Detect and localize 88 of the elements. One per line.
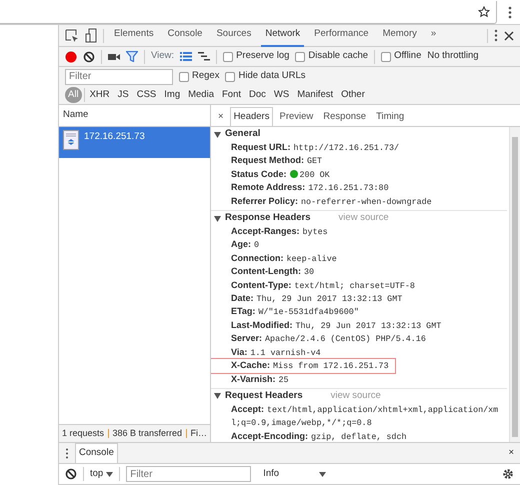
checkbox-label[interactable]: Preserve log (236, 49, 290, 64)
inspect-icon[interactable] (65, 28, 79, 42)
type-filter[interactable]: Media (185, 86, 217, 104)
settings-icon[interactable] (502, 468, 514, 480)
close-button[interactable]: × (508, 446, 514, 460)
clear-icon[interactable] (83, 50, 95, 62)
menu-icon[interactable] (494, 29, 498, 42)
more-tabs-button[interactable]: » (426, 24, 440, 47)
header-line: X-Cache: Miss from 172.16.251.73 (231, 360, 389, 370)
checkbox-label[interactable]: Hide data URLs (238, 69, 306, 84)
throttling-select[interactable]: No throttling (427, 49, 479, 64)
tab[interactable]: Preview (275, 106, 318, 126)
type-filter[interactable]: XHR (86, 86, 113, 104)
triangle-icon[interactable] (214, 393, 221, 400)
header-line: Server: Apache/2.4.6 (CentOS) PHP/5.4.16 (231, 333, 426, 344)
context-select[interactable]: top (90, 466, 114, 482)
checkbox[interactable] (225, 72, 236, 82)
header-line: Referrer Policy: no-referrer-when-downgrade (231, 196, 432, 206)
status-text: 1 requests (62, 426, 104, 440)
tab[interactable]: Performance (310, 24, 373, 47)
menu-icon[interactable] (65, 448, 69, 458)
tab[interactable]: Timing (372, 106, 408, 126)
camera-icon[interactable] (108, 52, 120, 60)
header-line: Via: 1.1 varnish-v4 (231, 346, 321, 357)
waterfall-view-icon[interactable] (198, 52, 210, 61)
header-line: Accept-Encoding: gzip, deflate, sdch (231, 430, 407, 441)
type-filter[interactable]: Img (161, 86, 184, 104)
type-filter[interactable]: CSS (134, 86, 160, 104)
scrollbar[interactable] (509, 127, 520, 442)
record-icon[interactable] (65, 50, 77, 62)
header-line: Accept-Ranges: bytes (231, 226, 328, 236)
checkbox[interactable] (295, 52, 306, 62)
header-line: Last-Modified: Thu, 29 Jun 2017 13:32:13 GMT (231, 320, 442, 330)
header-line: Request Method: GET (231, 155, 322, 166)
header-line: Request URL: http://172.16.251.73/ (231, 142, 400, 152)
checkbox[interactable] (179, 72, 189, 82)
tab[interactable]: Console (75, 443, 118, 463)
tab[interactable]: Elements (110, 24, 158, 47)
header-line: Age: 0 (231, 239, 260, 250)
triangle-icon[interactable] (214, 216, 221, 222)
triangle-icon[interactable] (214, 132, 221, 138)
clear-icon[interactable] (65, 468, 77, 480)
checkbox-label[interactable]: Offline (394, 49, 422, 64)
tab[interactable]: Console (164, 24, 206, 47)
header-line: Connection: keep-alive (231, 252, 337, 263)
document-icon (63, 130, 79, 150)
device-icon[interactable] (85, 28, 97, 43)
section-title[interactable]: Response Headers (225, 211, 311, 226)
header-line: Date: Thu, 29 Jun 2017 13:32:13 GMT (231, 293, 402, 304)
section-title[interactable]: Request Headers (225, 389, 303, 404)
type-filter[interactable]: Doc (246, 86, 269, 104)
checkbox-label[interactable]: Disable cache (308, 49, 368, 64)
request-row[interactable]: 172.16.251.73 (59, 127, 210, 158)
star-icon[interactable] (478, 6, 490, 18)
column-header: Name (63, 108, 88, 122)
type-filter[interactable]: JS (114, 86, 132, 104)
tab[interactable]: Headers (230, 106, 274, 126)
header-line: ETag: W/"1e-5531dfa4b9600" (231, 306, 359, 316)
close-button[interactable]: × (214, 106, 228, 126)
header-line: Remote Address: 172.16.251.73:80 (231, 182, 389, 192)
level-select[interactable]: Info (263, 466, 326, 482)
filter-icon[interactable] (126, 51, 138, 62)
menu-icon[interactable] (508, 6, 512, 18)
checkbox-label[interactable]: Regex (192, 69, 220, 84)
header-line: Status Code: 200 OK (231, 168, 330, 179)
caret-icon (106, 472, 114, 476)
tab[interactable]: Response (319, 106, 370, 126)
request-name: 172.16.251.73 (84, 130, 145, 144)
header-line: Content-Type: text/html; charset=UTF-8 (231, 280, 415, 290)
close-icon[interactable] (504, 30, 514, 40)
checkbox[interactable] (381, 52, 392, 62)
type-filter[interactable]: Other (338, 86, 368, 104)
type-filter[interactable]: WS (270, 86, 292, 104)
checkbox[interactable] (223, 52, 234, 62)
tab[interactable]: Sources (212, 24, 256, 47)
list-view-icon[interactable] (180, 52, 192, 61)
view-label: View: (151, 49, 174, 64)
filter-field[interactable]: Filter (65, 68, 173, 84)
status-text: 386 B transferred (112, 426, 182, 440)
status-text: Fi… (190, 426, 207, 440)
header-line: X-Varnish: 25 (231, 374, 289, 384)
caret-icon (319, 472, 326, 476)
type-filter[interactable]: Font (218, 86, 244, 104)
type-filter[interactable]: Manifest (294, 86, 336, 104)
section-title[interactable]: General (225, 127, 260, 142)
header-line: Content-Length: 30 (231, 266, 314, 276)
filter-field[interactable]: Filter (126, 466, 252, 482)
tab[interactable]: Memory (378, 24, 421, 47)
